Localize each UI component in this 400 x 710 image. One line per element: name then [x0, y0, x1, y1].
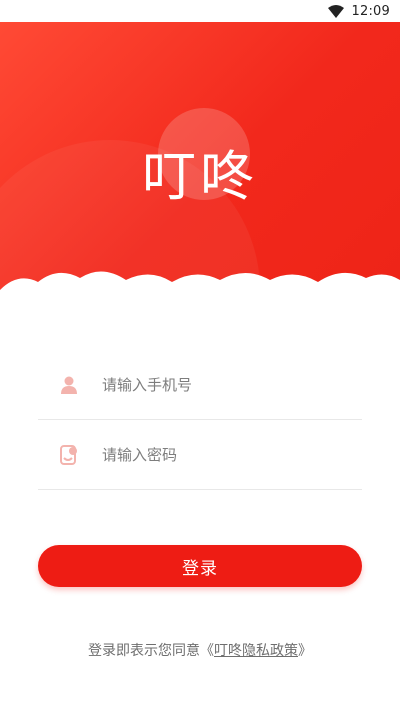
- phone-field: [38, 350, 362, 420]
- login-button[interactable]: 登录: [38, 545, 362, 587]
- wifi-icon: [327, 4, 344, 18]
- status-bar: 12:09: [0, 0, 400, 22]
- password-field: [38, 420, 362, 490]
- agreement-prefix: 登录即表示您同意: [88, 643, 200, 659]
- hero-header: 叮咚: [0, 22, 400, 297]
- agreement-close-quote: 》: [298, 643, 312, 659]
- phone-input[interactable]: [102, 375, 322, 394]
- app-logo-text: 叮咚: [142, 145, 258, 208]
- lock-phone-icon: [58, 444, 80, 466]
- cloud-divider: [0, 271, 400, 308]
- password-input[interactable]: [102, 445, 322, 464]
- user-icon: [58, 374, 80, 396]
- login-form: [38, 350, 362, 490]
- agreement-open-quote: 《: [200, 643, 214, 659]
- agreement-text: 登录即表示您同意《叮咚隐私政策》: [0, 640, 400, 660]
- privacy-policy-link[interactable]: 叮咚隐私政策: [214, 643, 298, 659]
- status-time: 12:09: [351, 3, 390, 19]
